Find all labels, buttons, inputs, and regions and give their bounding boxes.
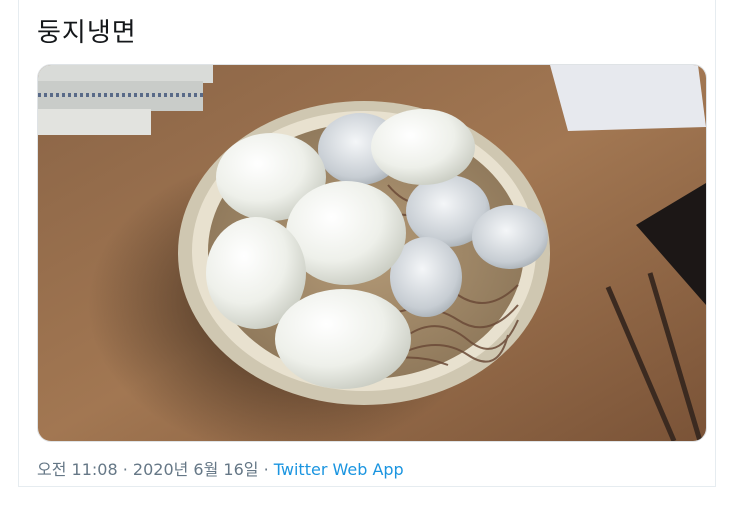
tweet-text: 둥지냉면 [37, 18, 137, 48]
meta-separator: · [258, 460, 274, 479]
tweet-source-link[interactable]: Twitter Web App [274, 460, 404, 479]
tweet-date[interactable]: 2020년 6월 16일 [133, 460, 259, 479]
photo-egg-noodle-bowl [38, 65, 706, 441]
tweet-meta: 오전 11:08 · 2020년 6월 16일 · Twitter Web Ap… [37, 459, 404, 481]
tweet-photo[interactable] [37, 64, 707, 442]
tweet-time[interactable]: 오전 11:08 [37, 460, 118, 479]
meta-separator: · [117, 460, 133, 479]
